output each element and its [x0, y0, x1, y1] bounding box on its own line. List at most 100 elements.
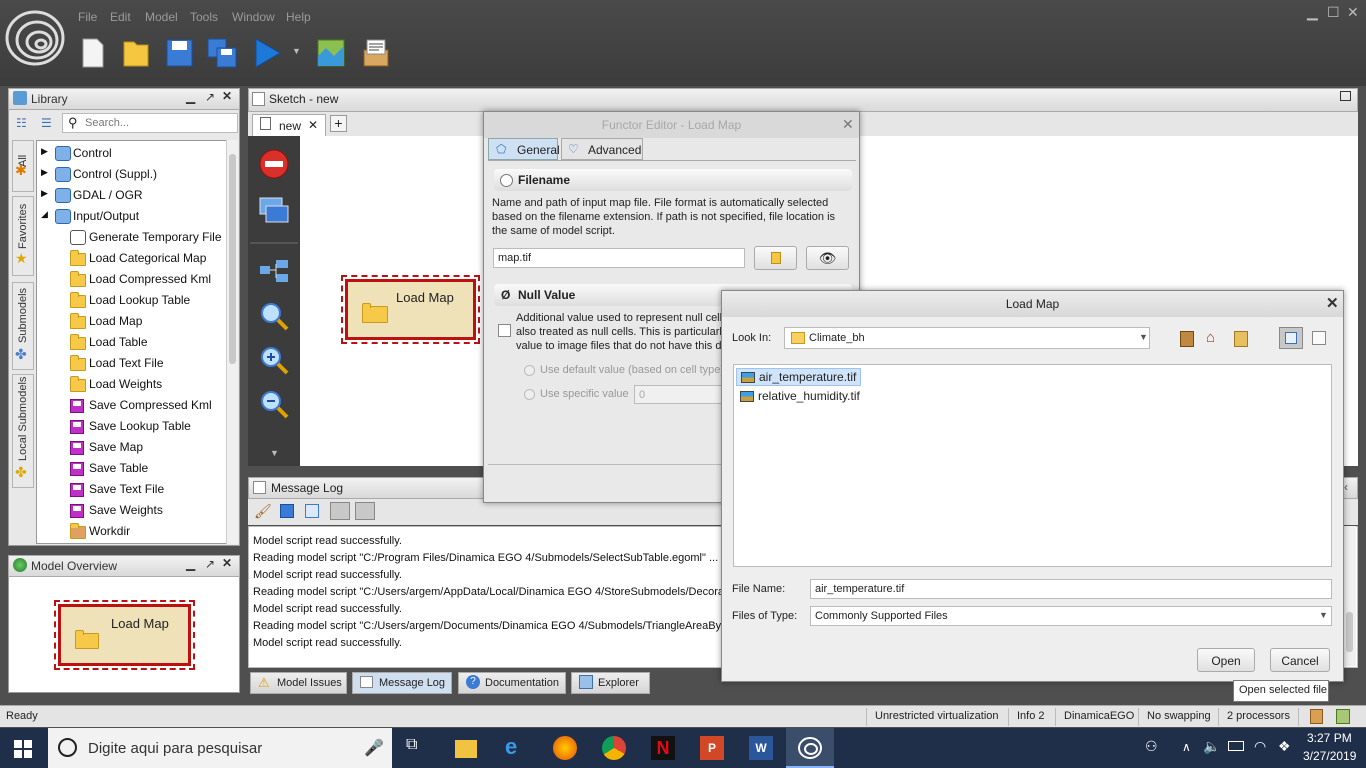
- run-icon[interactable]: [250, 36, 284, 70]
- run-dropdown-icon[interactable]: ▼: [292, 46, 301, 56]
- powerpoint-icon[interactable]: P: [700, 736, 724, 760]
- open-button[interactable]: Open: [1197, 648, 1255, 672]
- zoom-fit-icon[interactable]: [258, 300, 290, 332]
- menu-edit[interactable]: Edit: [110, 10, 131, 24]
- library-item-label: Load Weights: [89, 377, 163, 391]
- panel-minimize-icon[interactable]: ▁: [186, 90, 195, 104]
- menu-file[interactable]: File: [78, 10, 97, 24]
- windows-start-icon[interactable]: [14, 740, 32, 758]
- scroll-down-icon[interactable]: ▼: [270, 448, 279, 458]
- layout-icon[interactable]: [258, 256, 290, 288]
- log-collapse-icon[interactable]: ‹: [1344, 480, 1348, 494]
- zoom-in-icon[interactable]: [258, 344, 290, 376]
- panel-minimize-icon[interactable]: ▁: [186, 557, 195, 571]
- null-value-checkbox[interactable]: [498, 324, 511, 337]
- file-name-input[interactable]: air_temperature.tif: [810, 579, 1332, 599]
- category-label: Control (Suppl.): [73, 167, 158, 181]
- memory-icon[interactable]: [1310, 709, 1323, 724]
- sketch-node-load-map[interactable]: Load Map: [341, 275, 480, 344]
- tab-close-icon[interactable]: ✕: [308, 118, 318, 132]
- expand-icon[interactable]: ▶: [41, 188, 48, 199]
- trash-icon[interactable]: [1336, 709, 1350, 724]
- word-icon[interactable]: W: [749, 736, 773, 760]
- task-view-icon[interactable]: ⧉: [406, 736, 430, 760]
- chrome-icon[interactable]: [602, 736, 626, 760]
- save-icon[interactable]: [162, 36, 196, 70]
- edge-icon[interactable]: e: [505, 734, 529, 759]
- battery-icon[interactable]: [1228, 741, 1244, 751]
- close-icon[interactable]: ✕: [1347, 4, 1359, 21]
- map-viewer-icon[interactable]: [314, 36, 348, 70]
- save-icon: [70, 399, 84, 413]
- people-icon[interactable]: ⚇: [1145, 738, 1158, 755]
- expand-icon[interactable]: ▶: [41, 167, 48, 178]
- copy-log-icon[interactable]: [305, 504, 319, 518]
- tray-chevron-icon[interactable]: ∧: [1182, 740, 1191, 754]
- library-search-input[interactable]: Search...: [62, 113, 238, 133]
- wifi-icon[interactable]: ◠: [1254, 738, 1266, 755]
- cancel-button[interactable]: Cancel: [1270, 648, 1330, 672]
- minimize-icon[interactable]: ▁: [1307, 4, 1318, 21]
- details-view-icon[interactable]: [1312, 331, 1326, 345]
- log-scrollbar[interactable]: [1344, 526, 1356, 666]
- save-all-icon[interactable]: [205, 36, 239, 70]
- menu-tools[interactable]: Tools: [190, 10, 218, 24]
- file-item-selected[interactable]: air_temperature.tif: [736, 368, 862, 386]
- look-in-select[interactable]: Climate_bh ▼: [784, 327, 1150, 349]
- sketch-maximize-icon[interactable]: [1340, 91, 1351, 101]
- delete-icon[interactable]: [258, 148, 290, 180]
- load-map-close-icon[interactable]: ✕: [1326, 294, 1339, 312]
- list-view-icon[interactable]: ☰: [41, 116, 52, 130]
- explorer-icon: [579, 675, 593, 689]
- new-file-icon[interactable]: [76, 36, 110, 70]
- overview-node-load-map[interactable]: Load Map: [54, 600, 195, 670]
- save-log-icon[interactable]: [280, 504, 294, 518]
- library-scrollbar[interactable]: [226, 140, 238, 544]
- collapse-icon[interactable]: ◢: [41, 209, 48, 220]
- volume-icon[interactable]: 🔈: [1203, 738, 1220, 755]
- view-map-button[interactable]: 👁: [806, 246, 849, 270]
- tree-view-icon[interactable]: ☷: [16, 116, 27, 130]
- panel-close-icon[interactable]: ✕: [222, 89, 232, 103]
- specific-value-radio[interactable]: [524, 389, 535, 400]
- expand-icon[interactable]: ▶: [41, 146, 48, 157]
- home-icon[interactable]: ⌂: [1206, 329, 1215, 346]
- specific-value-label: Use specific value: [540, 388, 629, 400]
- file-item[interactable]: relative_humidity.tif: [736, 388, 864, 406]
- clock-time[interactable]: 3:27 PM: [1307, 731, 1352, 745]
- firefox-icon[interactable]: [553, 736, 577, 760]
- menu-help[interactable]: Help: [286, 10, 311, 24]
- panel-float-icon[interactable]: ↗: [205, 90, 215, 104]
- default-value-radio[interactable]: [524, 365, 535, 376]
- panel-close-icon[interactable]: ✕: [222, 556, 232, 570]
- new-folder-icon[interactable]: [1234, 331, 1248, 347]
- up-folder-icon[interactable]: [1180, 331, 1194, 347]
- panel-float-icon[interactable]: ↗: [205, 557, 215, 571]
- text-editor-icon[interactable]: [358, 36, 392, 70]
- add-tab-icon[interactable]: +: [330, 115, 347, 132]
- browse-file-button[interactable]: [754, 246, 797, 270]
- dropdown-arrow-icon[interactable]: ▼: [1319, 610, 1328, 620]
- library-item-label: Load Map: [89, 314, 143, 328]
- maximize-icon[interactable]: ☐: [1327, 4, 1340, 21]
- files-of-type-select[interactable]: Commonly Supported Files ▼: [810, 606, 1332, 626]
- filter-log-icon[interactable]: [330, 502, 350, 520]
- load-map-dialog: Load Map ✕ Look In: Climate_bh ▼ ⌂ air_t…: [721, 290, 1344, 682]
- netflix-icon[interactable]: N: [651, 736, 675, 760]
- windows-icon[interactable]: [258, 194, 290, 226]
- specific-value-input[interactable]: 0: [634, 385, 724, 404]
- clock-date[interactable]: 3/27/2019: [1303, 749, 1356, 763]
- microphone-icon[interactable]: 🎤: [364, 738, 384, 758]
- open-file-icon[interactable]: [119, 36, 153, 70]
- functor-close-icon[interactable]: ✕: [842, 116, 854, 133]
- wrap-log-icon[interactable]: [355, 502, 375, 520]
- clear-log-icon[interactable]: 🖌: [254, 503, 272, 520]
- filename-input[interactable]: map.tif: [493, 248, 745, 268]
- folder-icon: [791, 332, 805, 344]
- menu-model[interactable]: Model: [145, 10, 178, 24]
- zoom-out-icon[interactable]: [258, 388, 290, 420]
- dropdown-arrow-icon[interactable]: ▼: [1139, 332, 1148, 342]
- file-explorer-icon[interactable]: [455, 740, 477, 758]
- menu-window[interactable]: Window: [232, 10, 275, 24]
- dropbox-icon[interactable]: ❖: [1278, 738, 1291, 755]
